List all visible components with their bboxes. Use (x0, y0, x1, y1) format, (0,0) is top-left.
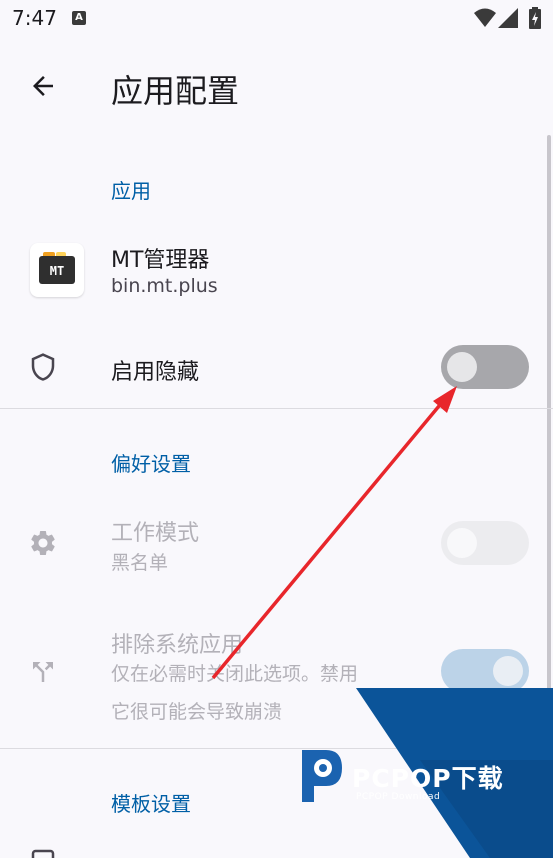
exclude-system-switch (441, 649, 529, 693)
watermark-sub: PCPOP Download (356, 792, 441, 802)
call-split-icon (33, 662, 53, 682)
section-header-app: 应用 (111, 179, 151, 203)
switch-thumb (493, 656, 523, 686)
app-icon-label: MT (39, 256, 75, 284)
enable-hide-label: 启用隐藏 (111, 360, 200, 385)
exclude-system-desc-line1: 仅在必需时关闭此选项。禁用 (111, 663, 359, 685)
watermark-band (356, 688, 553, 858)
template-icon (31, 849, 55, 858)
enable-hide-switch[interactable] (441, 345, 529, 389)
divider (0, 748, 553, 749)
work-mode-label: 工作模式 (111, 521, 200, 546)
divider (0, 408, 553, 409)
app-name: MT管理器 (111, 248, 210, 273)
shield-icon (31, 353, 55, 381)
exclude-system-desc-line2: 它很可能会导致崩溃 (111, 701, 283, 723)
switch-thumb (447, 352, 477, 382)
app-package: bin.mt.plus (111, 275, 218, 297)
page-title: 应用配置 (111, 72, 240, 110)
battery-icon (529, 7, 541, 29)
pcpop-logo-icon (302, 750, 342, 802)
switch-thumb (447, 528, 477, 558)
watermark-brand: PCPOP下载 (352, 764, 504, 793)
app-icon: MT (30, 243, 84, 297)
wifi-icon (474, 8, 496, 27)
exclude-system-label: 排除系统应用 (111, 633, 244, 658)
signal-icon (498, 8, 518, 28)
section-header-templates: 模板设置 (111, 792, 191, 816)
work-mode-switch (441, 521, 529, 565)
notification-icon: A (72, 11, 86, 25)
gear-icon (31, 531, 55, 555)
arrow-left-icon[interactable] (28, 71, 58, 101)
work-mode-value: 黑名单 (111, 552, 169, 574)
section-header-preferences: 偏好设置 (111, 452, 191, 476)
scrollbar[interactable] (547, 135, 551, 695)
status-time: 7:47 (12, 6, 57, 30)
status-bar: 7:47 A (0, 0, 553, 40)
annotation-arrow (211, 386, 457, 680)
